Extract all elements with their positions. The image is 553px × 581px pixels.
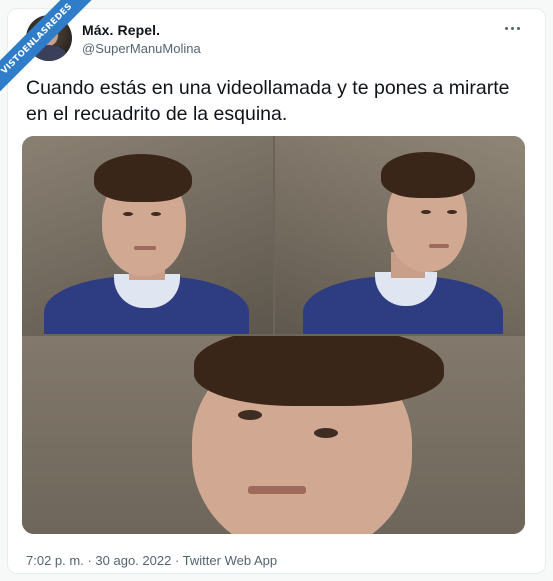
tweet-date: 30 ago. 2022 — [95, 553, 172, 568]
tweet-source[interactable]: Twitter Web App — [183, 553, 277, 568]
tweet-timestamp[interactable]: 7:02 p. m. · 30 ago. 2022 · Twitter Web … — [26, 553, 277, 568]
tweet-text: Cuando estás en una videollamada y te po… — [26, 77, 510, 125]
meme-panel-top-left — [22, 136, 273, 334]
tweet-time: 7:02 p. m. — [26, 553, 84, 568]
tweet-media-image[interactable] — [22, 136, 525, 534]
watermark-text: VISTOENLASREDES — [0, 0, 98, 100]
separator: · — [174, 553, 180, 568]
more-horizontal-icon[interactable] — [503, 23, 521, 33]
meme-panel-top-right — [275, 136, 525, 334]
separator: · — [87, 553, 92, 568]
watermark: VISTOENLASREDES — [0, 0, 100, 100]
meme-panel-bottom — [22, 336, 525, 534]
